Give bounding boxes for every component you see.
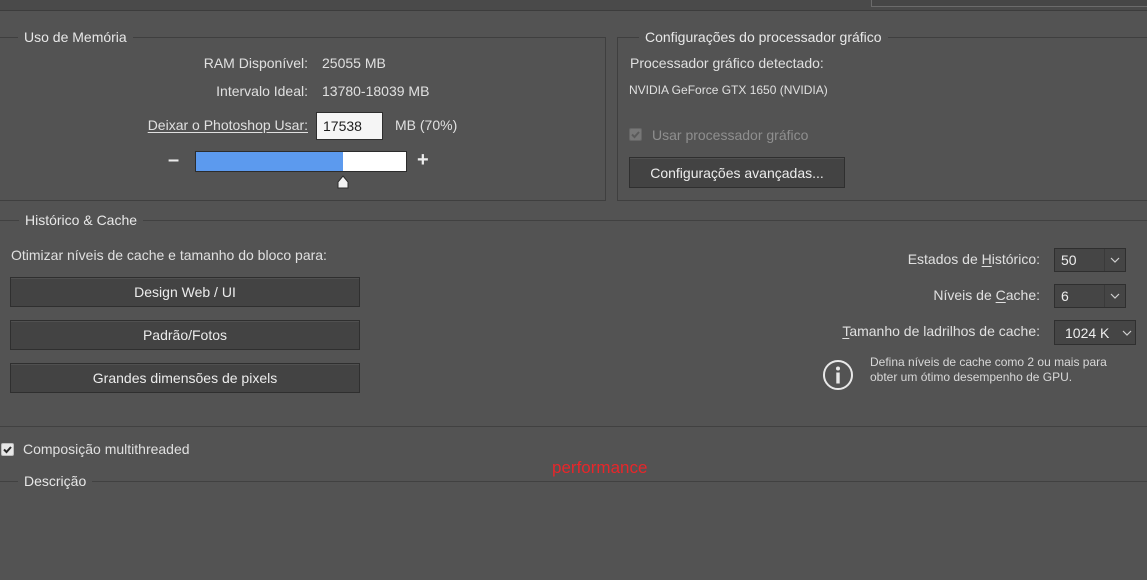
multithread-checkbox[interactable] xyxy=(1,443,14,456)
performance-watermark: performance xyxy=(552,458,648,477)
description-legend: Descrição xyxy=(18,473,93,489)
top-search-field[interactable] xyxy=(871,0,1147,7)
gpu-detected-value: NVIDIA GeForce GTX 1650 (NVIDIA) xyxy=(629,83,828,97)
memory-slider-fill xyxy=(196,152,343,171)
gpu-legend: Configurações do processador gráfico xyxy=(639,29,888,45)
history-legend: Histórico & Cache xyxy=(19,212,144,228)
info-icon xyxy=(822,359,854,391)
let-photoshop-use-label: Deixar o Photoshop Usar: xyxy=(147,117,308,133)
large-pixel-dimensions-button[interactable]: Grandes dimensões de pixels xyxy=(10,363,360,393)
memory-unit-label: MB (70%) xyxy=(395,117,458,133)
ideal-range-value: 13780-18039 MB xyxy=(322,83,430,99)
memory-amount-input[interactable]: 17538 xyxy=(316,112,383,140)
memory-legend: Uso de Memória xyxy=(18,29,133,45)
gpu-detected-label: Processador gráfico detectado: xyxy=(630,55,824,71)
memory-increase-button[interactable]: + xyxy=(417,149,429,172)
use-gpu-checkbox[interactable] xyxy=(629,128,642,141)
advanced-settings-button[interactable]: Configurações avançadas... xyxy=(629,157,845,188)
cache-levels-select[interactable]: 6 xyxy=(1054,284,1126,308)
cache-levels-value: 6 xyxy=(1061,288,1069,304)
cache-info-text: Defina níveis de cache como 2 ou mais pa… xyxy=(870,355,1107,384)
memory-decrease-button[interactable]: – xyxy=(168,149,179,172)
memory-slider-track[interactable] xyxy=(195,151,407,172)
cache-levels-label: Níveis de Cache: xyxy=(933,287,1040,303)
optimize-cache-label: Otimizar níveis de cache e tamanho do bl… xyxy=(11,247,327,263)
history-states-value: 50 xyxy=(1061,252,1077,268)
cache-tile-size-label: Tamanho de ladrilhos de cache: xyxy=(842,323,1040,339)
cache-tile-size-value: 1024 K xyxy=(1065,324,1110,341)
history-divider xyxy=(0,220,1147,221)
cache-tile-size-select[interactable]: 1024 K xyxy=(1054,320,1136,345)
history-states-select[interactable]: 50 xyxy=(1054,248,1126,272)
use-gpu-label: Usar processador gráfico xyxy=(652,127,809,143)
multithread-divider xyxy=(0,426,1147,427)
history-states-label: Estados de Histórico: xyxy=(907,251,1040,267)
description-divider xyxy=(0,481,1147,482)
multithread-label: Composição multithreaded xyxy=(23,441,190,457)
ideal-range-label: Intervalo Ideal: xyxy=(216,83,308,99)
memory-slider-thumb[interactable] xyxy=(336,175,350,189)
ram-available-value: 25055 MB xyxy=(322,55,386,71)
ram-available-label: RAM Disponível: xyxy=(203,55,308,71)
design-web-ui-button[interactable]: Design Web / UI xyxy=(10,277,360,307)
chevron-down-icon xyxy=(1119,321,1135,344)
chevron-down-icon xyxy=(1104,249,1125,271)
default-photos-button[interactable]: Padrão/Fotos xyxy=(10,320,360,350)
chevron-down-icon xyxy=(1104,285,1125,307)
